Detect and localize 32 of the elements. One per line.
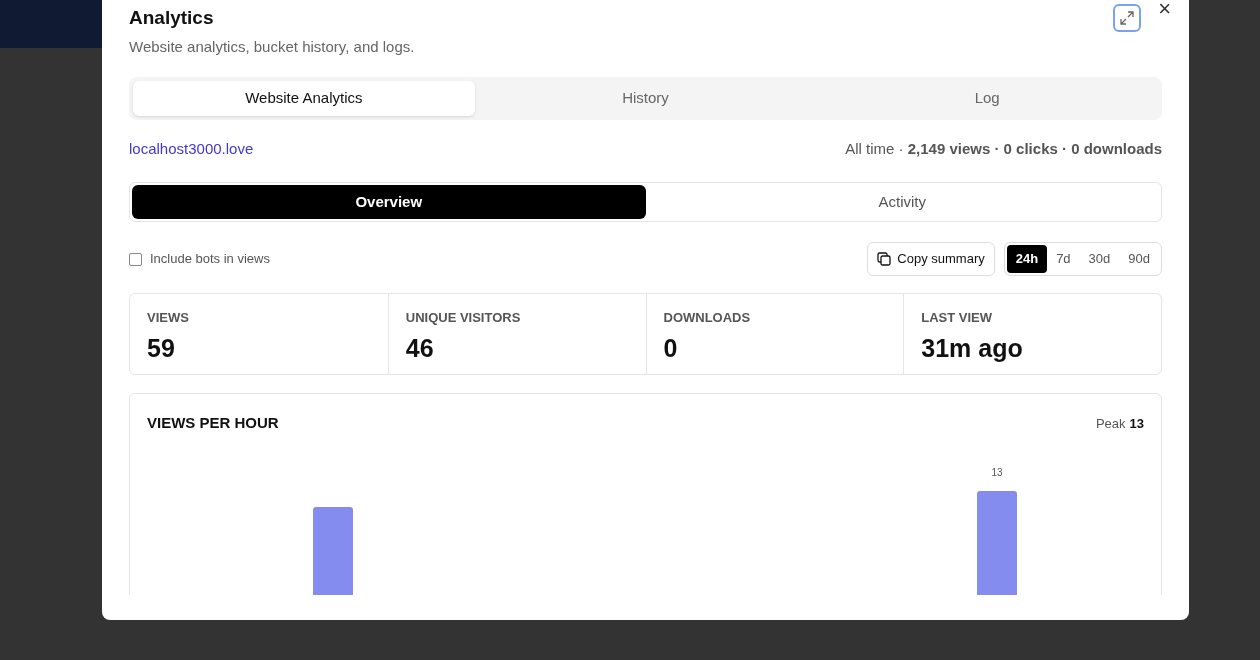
view-tab[interactable]: Activity (645, 185, 1159, 219)
chart-title: VIEWS PER HOUR (147, 413, 279, 433)
tab[interactable]: Website Analytics (133, 80, 475, 116)
copy-icon (877, 252, 892, 266)
expand-button[interactable] (1113, 4, 1141, 32)
close-button[interactable]: × (1158, 0, 1171, 20)
range-option[interactable]: 7d (1047, 245, 1080, 273)
stat-label: DOWNLOADS (663, 309, 752, 327)
stat-label: UNIQUE VISITORS (405, 309, 522, 327)
peak-value: 13 (1129, 414, 1144, 433)
stat-value: 0 (663, 332, 679, 364)
tab[interactable]: Log (816, 80, 1158, 116)
site-link[interactable]: localhost3000.love (129, 137, 254, 160)
copy-summary-button[interactable]: Copy summary (867, 242, 995, 276)
summary-text: All time · 2,149 views · 0 clicks · 0 downloads (845, 138, 1162, 159)
tab[interactable]: History (474, 80, 817, 116)
stat-value: 46 (405, 332, 435, 364)
peak-label: Peak (1095, 414, 1126, 433)
stat-value: 59 (147, 332, 176, 364)
bar-value-label: 13 (990, 465, 1004, 480)
dialog-subtitle: Website analytics, bucket history, and logs. (129, 37, 415, 57)
expand-icon (1120, 11, 1134, 25)
checkbox[interactable] (129, 252, 142, 266)
view-tab[interactable]: Overview (132, 185, 646, 219)
range-option[interactable]: 90d (1119, 245, 1159, 273)
stat-label: LAST VIEW (921, 309, 994, 327)
range-option[interactable]: 30d (1079, 245, 1120, 273)
checkbox-label: Include bots in views (150, 250, 270, 269)
range-option[interactable]: 24h (1006, 245, 1048, 273)
stat-value: 31m ago (921, 332, 1024, 364)
dialog-title: Analytics (129, 6, 214, 30)
stat-label: VIEWS (147, 309, 190, 327)
